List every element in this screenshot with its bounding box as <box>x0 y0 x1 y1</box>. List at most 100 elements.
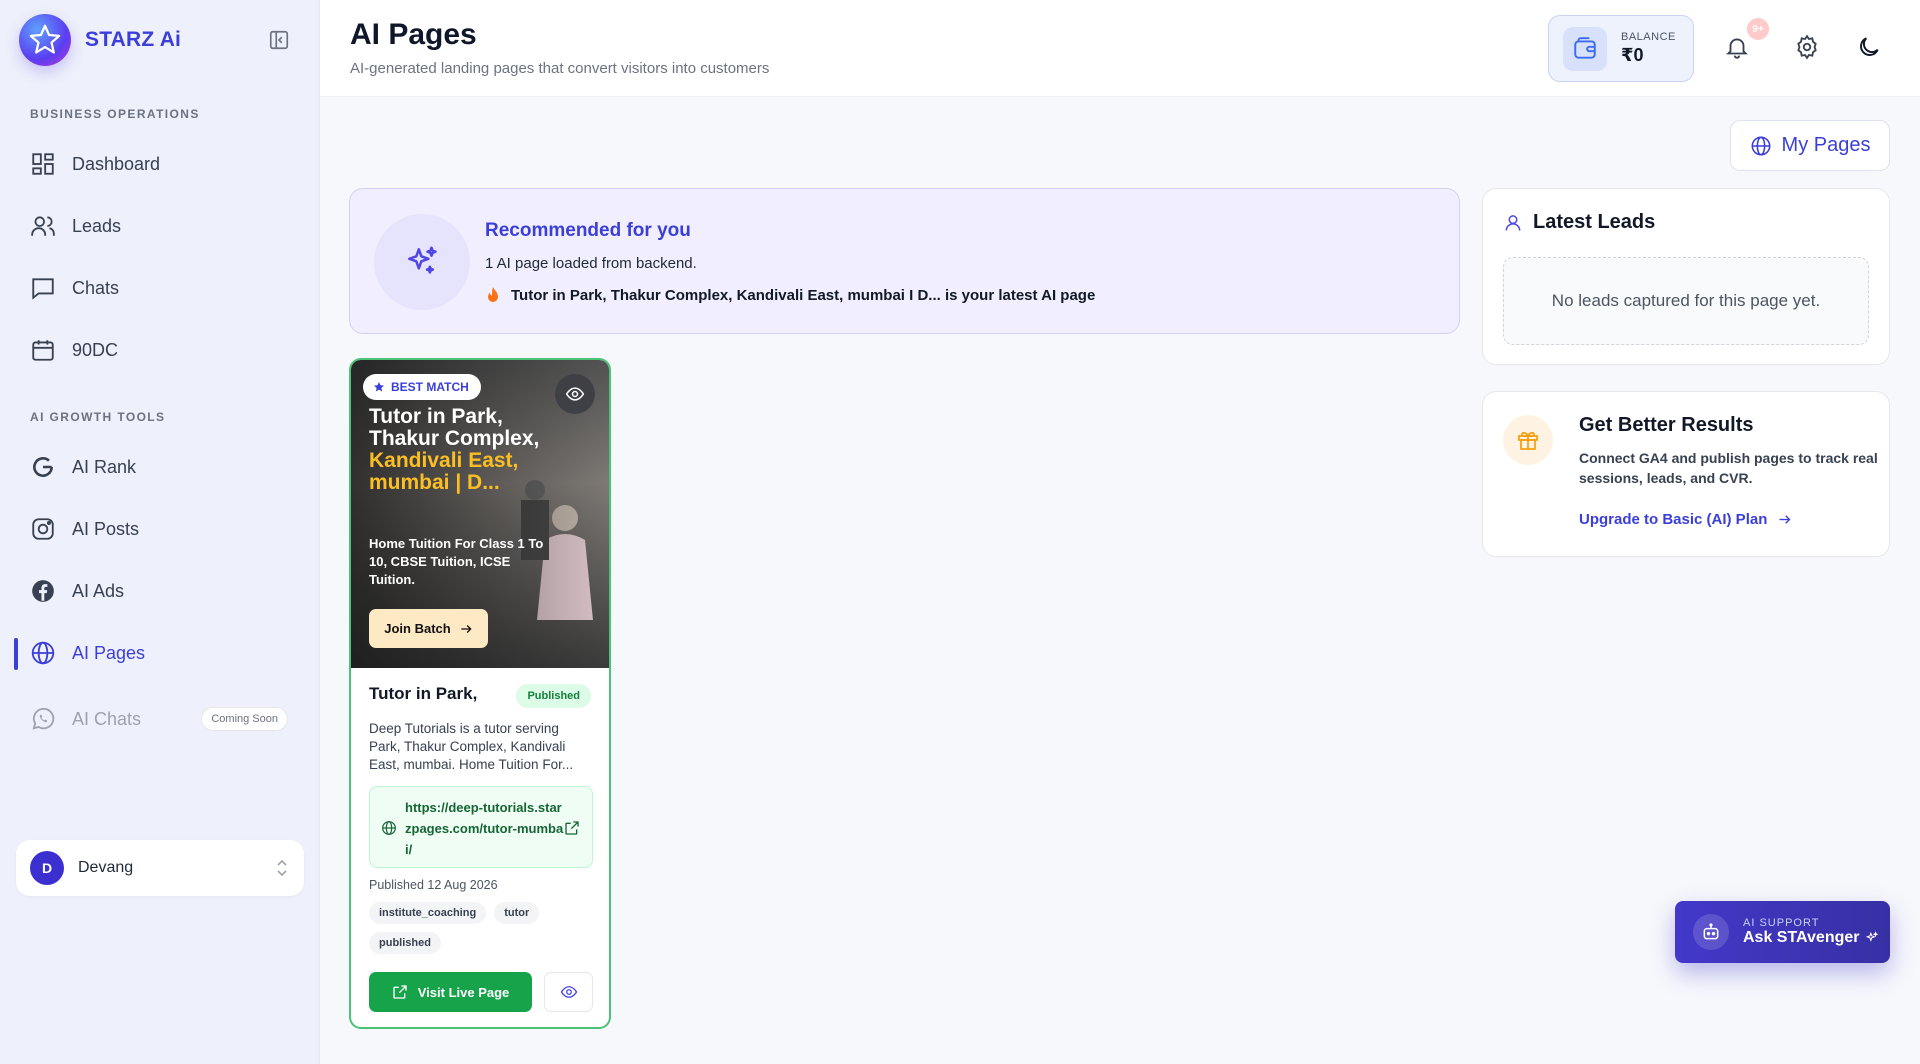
ai-page-card[interactable]: BEST MATCH Tutor in Park, Thakur Complex… <box>349 358 611 1029</box>
better-results-title: Get Better Results <box>1579 414 1754 436</box>
tag-chip: published <box>369 932 441 954</box>
view-details-button[interactable] <box>544 972 593 1012</box>
globe-icon <box>31 641 55 665</box>
page-title: AI Pages <box>350 18 477 51</box>
latest-leads-label: Latest Leads <box>1533 211 1656 233</box>
card-actions: Visit Live Page <box>369 972 593 1012</box>
google-icon <box>33 457 53 477</box>
chat-icon <box>32 278 54 300</box>
chevron-up-down-icon <box>277 859 287 877</box>
sparkles-icon <box>374 214 470 310</box>
brand-name: STARZ Ai <box>85 28 182 51</box>
section-growth-label: AI GROWTH TOOLS <box>30 410 166 424</box>
balance-label: BALANCE <box>1621 31 1676 43</box>
sidebar-item-label: Dashboard <box>72 153 161 174</box>
bell-icon[interactable] <box>1724 34 1752 62</box>
ai-support-name: Ask STAvenger <box>1743 929 1879 947</box>
section-business-label: BUSINESS OPERATIONS <box>30 107 200 121</box>
card-description: Deep Tutorials is a tutor serving Park, … <box>369 721 574 772</box>
brand[interactable]: STARZ Ai <box>19 14 181 66</box>
sidebar-item-label: Leads <box>72 215 122 236</box>
hero-title-white: Tutor in Park, Thakur Complex, <box>369 405 540 450</box>
avatar: D <box>30 851 64 885</box>
eye-icon <box>565 387 585 401</box>
sidebar-item-ai-rank[interactable]: AI Rank <box>16 442 304 492</box>
sidebar-item-90dc[interactable]: 90DC <box>16 325 304 375</box>
grid-icon <box>32 153 54 175</box>
better-results-panel: Get Better Results Connect GA4 and publi… <box>1482 391 1890 557</box>
sidebar-item-ai-ads[interactable]: AI Ads <box>16 566 304 616</box>
latest-leads-title: Latest Leads <box>1503 211 1655 234</box>
globe-icon <box>382 821 396 835</box>
gift-icon <box>1503 415 1553 465</box>
best-match-label: BEST MATCH <box>391 380 469 394</box>
external-link-icon <box>393 985 407 999</box>
sidebar-item-ai-posts[interactable]: AI Posts <box>16 504 304 554</box>
balance-card[interactable]: BALANCE ₹0 <box>1548 15 1694 82</box>
sidebar-item-label: AI Rank <box>72 456 137 477</box>
sidebar-item-leads[interactable]: Leads <box>16 201 304 251</box>
preview-eye-button[interactable] <box>555 374 595 414</box>
tag-chip: institute_coaching <box>369 902 487 924</box>
visit-live-page-button[interactable]: Visit Live Page <box>369 972 532 1012</box>
hero-title-yellow: Kandivali East, mumbai | D... <box>369 449 519 494</box>
page-subtitle: AI-generated landing pages that convert … <box>350 60 770 77</box>
upgrade-plan-label: Upgrade to Basic (AI) Plan <box>1579 511 1768 528</box>
user-icon <box>1505 214 1521 231</box>
collapse-sidebar-icon[interactable] <box>268 29 290 51</box>
join-batch-button[interactable]: Join Batch <box>369 609 488 648</box>
latest-leads-panel: Latest Leads No leads captured for this … <box>1482 188 1890 365</box>
sidebar-item-label: AI Ads <box>72 580 125 601</box>
page-url[interactable]: https://deep-tutorials.starzpages.com/tu… <box>405 797 565 860</box>
leads-empty-state: No leads captured for this page yet. <box>1503 257 1869 345</box>
recommendation-banner: Recommended for you 1 AI page loaded fro… <box>349 188 1460 334</box>
sidebar-item-chats[interactable]: Chats <box>16 263 304 313</box>
arrow-right-icon <box>1779 515 1791 524</box>
recommendation-latest: Tutor in Park, Thakur Complex, Kandivali… <box>485 286 1095 304</box>
notification-count-badge: 9+ <box>1747 18 1769 40</box>
sidebar-item-ai-pages[interactable]: AI Pages <box>14 628 304 678</box>
upgrade-plan-link[interactable]: Upgrade to Basic (AI) Plan <box>1579 511 1792 528</box>
visit-live-page-label: Visit Live Page <box>417 984 510 1000</box>
globe-icon <box>1751 136 1771 155</box>
external-link-icon[interactable] <box>564 820 580 836</box>
whatsapp-icon <box>32 707 55 730</box>
sidebar-item-label: 90DC <box>72 339 119 360</box>
robot-icon <box>1693 914 1729 950</box>
sidebar-item-dashboard[interactable]: Dashboard <box>16 139 304 189</box>
my-pages-button[interactable]: My Pages <box>1730 120 1890 171</box>
ask-stavenger-label: Ask STAvenger <box>1743 929 1860 946</box>
page-url-box[interactable]: https://deep-tutorials.starzpages.com/tu… <box>369 786 593 868</box>
status-badge: Published <box>516 684 591 708</box>
gear-icon[interactable] <box>1794 34 1822 62</box>
top-header: AI Pages AI-generated landing pages that… <box>320 0 1920 97</box>
moon-icon[interactable] <box>1856 34 1884 62</box>
balance-value: ₹0 <box>1621 45 1644 65</box>
eye-icon <box>560 986 577 998</box>
arrow-right-icon <box>461 624 472 633</box>
instagram-icon <box>32 518 54 540</box>
user-name: Devang <box>78 859 134 876</box>
better-results-description: Connect GA4 and publish pages to track r… <box>1579 450 1878 486</box>
published-date: Published 12 Aug 2026 <box>369 878 498 892</box>
sidebar-item-ai-chats: AI Chats Coming Soon <box>16 694 304 744</box>
star-logo-icon <box>19 14 71 66</box>
recommendation-latest-text: Tutor in Park, Thakur Complex, Kandivali… <box>511 286 1096 304</box>
calendar-icon <box>32 340 54 361</box>
user-menu[interactable]: D Devang <box>16 840 304 896</box>
sidebar-item-label: AI Posts <box>72 518 140 539</box>
hero-title: Tutor in Park, Thakur Complex, Kandivali… <box>369 406 549 494</box>
wallet-icon <box>1563 26 1607 71</box>
ai-support-label: AI SUPPORT <box>1743 917 1820 929</box>
coming-soon-badge: Coming Soon <box>201 707 288 731</box>
recommendation-title: Recommended for you <box>485 220 691 241</box>
page-preview-hero[interactable]: BEST MATCH Tutor in Park, Thakur Complex… <box>351 360 609 668</box>
star-icon <box>374 382 384 392</box>
my-pages-label: My Pages <box>1781 134 1871 156</box>
facebook-icon <box>32 580 54 602</box>
tag-list: institute_coaching tutor published <box>369 902 591 954</box>
ai-support-button[interactable]: AI SUPPORT Ask STAvenger <box>1675 901 1890 963</box>
recommendation-count-text: 1 AI page loaded from backend. <box>485 255 697 272</box>
sidebar-item-label: Chats <box>72 277 120 298</box>
sidebar-item-label: AI Pages <box>72 642 146 663</box>
